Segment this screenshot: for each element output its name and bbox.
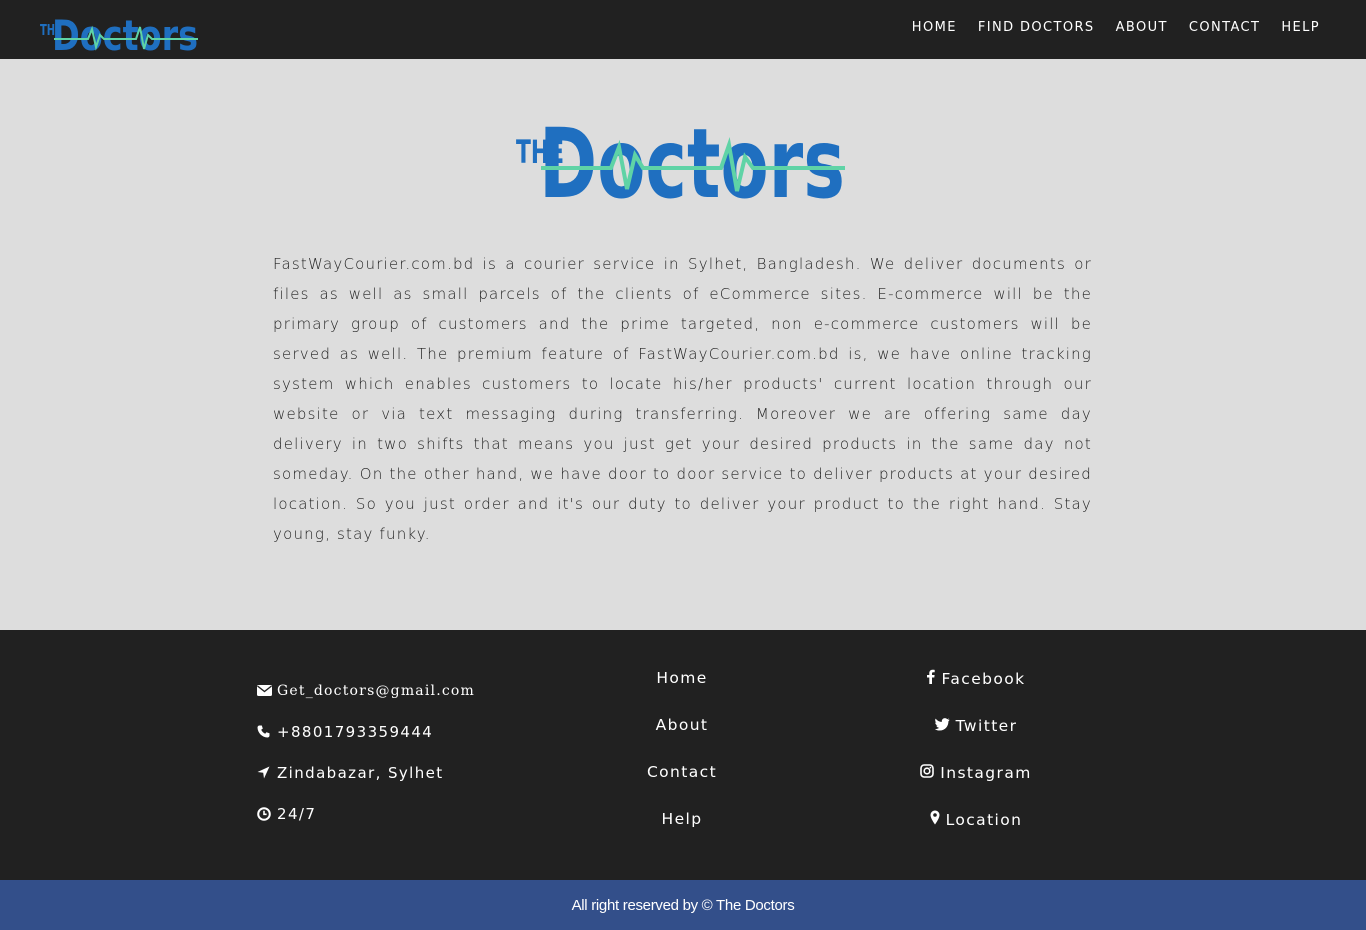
contact-address: Zindabazar, Sylhet — [257, 752, 475, 793]
contact-hours-text: 24/7 — [277, 804, 317, 823]
about-section: THE Doctors FastWayCourier.com.bd is a c… — [0, 59, 1366, 630]
nav-find-doctors[interactable]: FIND DOCTORS — [978, 20, 1095, 35]
social-twitter[interactable]: Twitter — [890, 707, 1062, 754]
clock-icon — [257, 806, 277, 821]
brand-logo-small[interactable]: THE Doctors — [40, 5, 200, 53]
site-footer: Get_doctors@gmail.com +8801793359444 Zin… — [0, 630, 1366, 880]
footer-social: Facebook Twitter Instagram Location — [890, 660, 1062, 848]
social-location[interactable]: Location — [890, 801, 1062, 848]
footer-link-help[interactable]: Help — [600, 801, 764, 848]
contact-phone-text: +8801793359444 — [277, 722, 434, 741]
svg-text:Doctors: Doctors — [52, 11, 198, 53]
nav-about[interactable]: ABOUT — [1116, 20, 1168, 35]
about-paragraph: FastWayCourier.com.bd is a courier servi… — [273, 255, 1092, 543]
nav-help[interactable]: HELP — [1281, 20, 1320, 35]
main-nav: HOME FIND DOCTORS ABOUT CONTACT HELP — [912, 0, 1320, 55]
copyright-bar: All right reserved by © The Doctors — [0, 880, 1366, 930]
contact-email-text: Get_doctors@gmail.com — [277, 682, 475, 699]
twitter-icon — [934, 717, 950, 735]
brand-logo-large: THE Doctors — [516, 108, 845, 199]
copyright-text: All right reserved by © The Doctors — [571, 896, 795, 914]
social-twitter-label: Twitter — [955, 716, 1018, 735]
contact-email[interactable]: Get_doctors@gmail.com — [257, 670, 475, 711]
footer-contact: Get_doctors@gmail.com +8801793359444 Zin… — [257, 670, 475, 834]
contact-address-text: Zindabazar, Sylhet — [277, 763, 444, 782]
nav-contact[interactable]: CONTACT — [1189, 20, 1260, 35]
svg-text:Doctors: Doctors — [539, 108, 845, 199]
contact-phone[interactable]: +8801793359444 — [257, 711, 475, 752]
social-location-label: Location — [945, 810, 1023, 829]
footer-links: Home About Contact Help — [600, 660, 764, 848]
social-instagram-label: Instagram — [940, 763, 1032, 782]
footer-link-about[interactable]: About — [600, 707, 764, 754]
envelope-icon — [257, 685, 277, 696]
top-navbar: THE Doctors HOME FIND DOCTORS ABOUT CONT… — [0, 0, 1366, 59]
location-arrow-icon — [257, 766, 277, 779]
instagram-icon — [920, 763, 935, 782]
social-instagram[interactable]: Instagram — [890, 754, 1062, 801]
footer-link-home[interactable]: Home — [600, 660, 764, 707]
phone-icon — [257, 725, 277, 738]
social-facebook-label: Facebook — [941, 669, 1026, 688]
contact-hours: 24/7 — [257, 793, 475, 834]
map-pin-icon — [930, 810, 940, 829]
social-facebook[interactable]: Facebook — [890, 660, 1062, 707]
nav-home[interactable]: HOME — [912, 20, 957, 35]
facebook-icon — [926, 669, 936, 688]
footer-link-contact[interactable]: Contact — [600, 754, 764, 801]
